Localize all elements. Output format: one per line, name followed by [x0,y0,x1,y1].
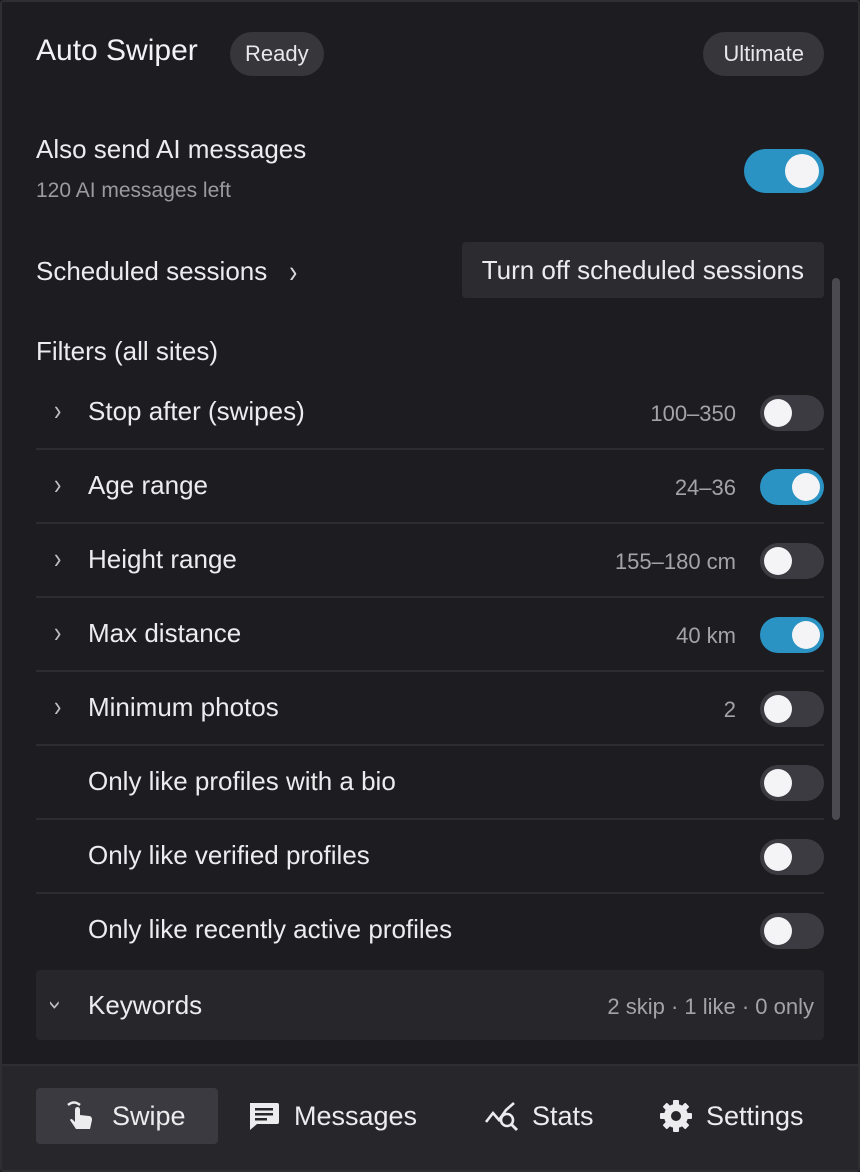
filter-label: Only like recently active profiles [88,914,453,944]
ai-messages-toggle[interactable] [744,149,824,193]
filter-value: 155–180 cm [614,549,736,574]
chevron-right-icon: › [289,254,298,290]
filter-value: 2 [723,697,736,722]
chevron-right-icon: › [54,542,62,575]
filter-label: Max distance [88,618,242,648]
nav-messages-label: Messages [294,1100,418,1131]
filter-label: Height range [88,544,237,574]
filter-row: Only like verified profiles [36,820,824,894]
toggle-knob [764,843,792,871]
toggle-knob [792,621,820,649]
filter-label: Stop after (swipes) [88,396,305,426]
filter-toggle[interactable] [760,469,824,505]
toggle-knob [764,399,792,427]
toggle-knob [764,769,792,797]
filter-row[interactable]: › Age range 24–36 [36,450,824,524]
scheduled-sessions-link[interactable]: Scheduled sessions › [36,255,297,290]
filter-list: › Stop after (swipes) 100–350 › Age range 24–… [36,376,824,968]
auto-swiper-panel: Auto Swiper Ready Ultimate Also send AI … [0,0,860,1172]
filter-toggle[interactable] [760,395,824,431]
filter-label: Age range [88,470,208,500]
toggle-knob [764,695,792,723]
chevron-right-icon: › [54,394,62,427]
nav-swipe-label: Swipe [112,1100,186,1131]
toggle-knob [764,917,792,945]
filter-toggle[interactable] [760,543,824,579]
chevron-right-icon: › [54,616,62,649]
nav-messages[interactable]: Messages [246,1088,417,1144]
scrollbar[interactable] [832,278,840,820]
message-icon [246,1098,282,1134]
filter-value: 40 km [676,623,736,648]
chevron-down-icon: › [43,1000,69,1010]
filter-row[interactable]: › Height range 155–180 cm [36,524,824,598]
app-title: Auto Swiper [36,34,198,67]
keywords-label: Keywords [88,990,203,1020]
filter-value: 100–350 [650,401,736,426]
stats-search-icon [484,1098,520,1134]
filter-row[interactable]: › Stop after (swipes) 100–350 [36,376,824,450]
header: Auto Swiper Ready Ultimate [36,32,824,76]
nav-stats-label: Stats [532,1100,594,1131]
filter-toggle[interactable] [760,765,824,801]
filter-toggle[interactable] [760,913,824,949]
plan-badge[interactable]: Ultimate [703,32,824,76]
status-badge: Ready [230,32,324,76]
filter-value: 24–36 [674,475,736,500]
ai-messages-remaining: 120 AI messages left [36,179,231,202]
chevron-right-icon: › [54,690,62,723]
chevron-right-icon: › [54,468,62,501]
filter-row[interactable]: › Minimum photos 2 [36,672,824,746]
nav-settings-label: Settings [706,1100,804,1131]
filter-toggle[interactable] [760,617,824,653]
ai-messages-row: Also send AI messages 120 AI messages le… [36,134,824,210]
keywords-summary: 2 skip · 1 like · 0 only [607,994,814,1019]
filter-label: Only like verified profiles [88,840,370,870]
filter-toggle[interactable] [760,839,824,875]
ai-messages-title: Also send AI messages [36,134,307,164]
filter-row: Only like profiles with a bio [36,746,824,820]
nav-settings[interactable]: Settings [658,1088,804,1144]
filter-row: Only like recently active profiles [36,894,824,968]
filters-title: Filters (all sites) [36,336,219,366]
keywords-section[interactable]: › Keywords 2 skip · 1 like · 0 only [36,970,824,1040]
filter-label: Minimum photos [88,692,279,722]
scheduled-sessions-row: Scheduled sessions › Turn off scheduled s… [36,242,824,298]
swipe-hand-icon [64,1098,100,1134]
filter-row[interactable]: › Max distance 40 km [36,598,824,672]
gear-icon [658,1098,694,1134]
toggle-knob [785,154,819,188]
scheduled-sessions-label: Scheduled sessions [36,256,268,286]
nav-stats[interactable]: Stats [484,1088,594,1144]
toggle-knob [764,547,792,575]
turn-off-scheduled-sessions-button[interactable]: Turn off scheduled sessions [461,242,824,298]
filter-toggle[interactable] [760,691,824,727]
nav-swipe[interactable]: Swipe [36,1088,218,1144]
bottom-nav: Swipe Messages Stats Settings [2,1064,858,1170]
toggle-knob [792,473,820,501]
filter-label: Only like profiles with a bio [88,766,396,796]
